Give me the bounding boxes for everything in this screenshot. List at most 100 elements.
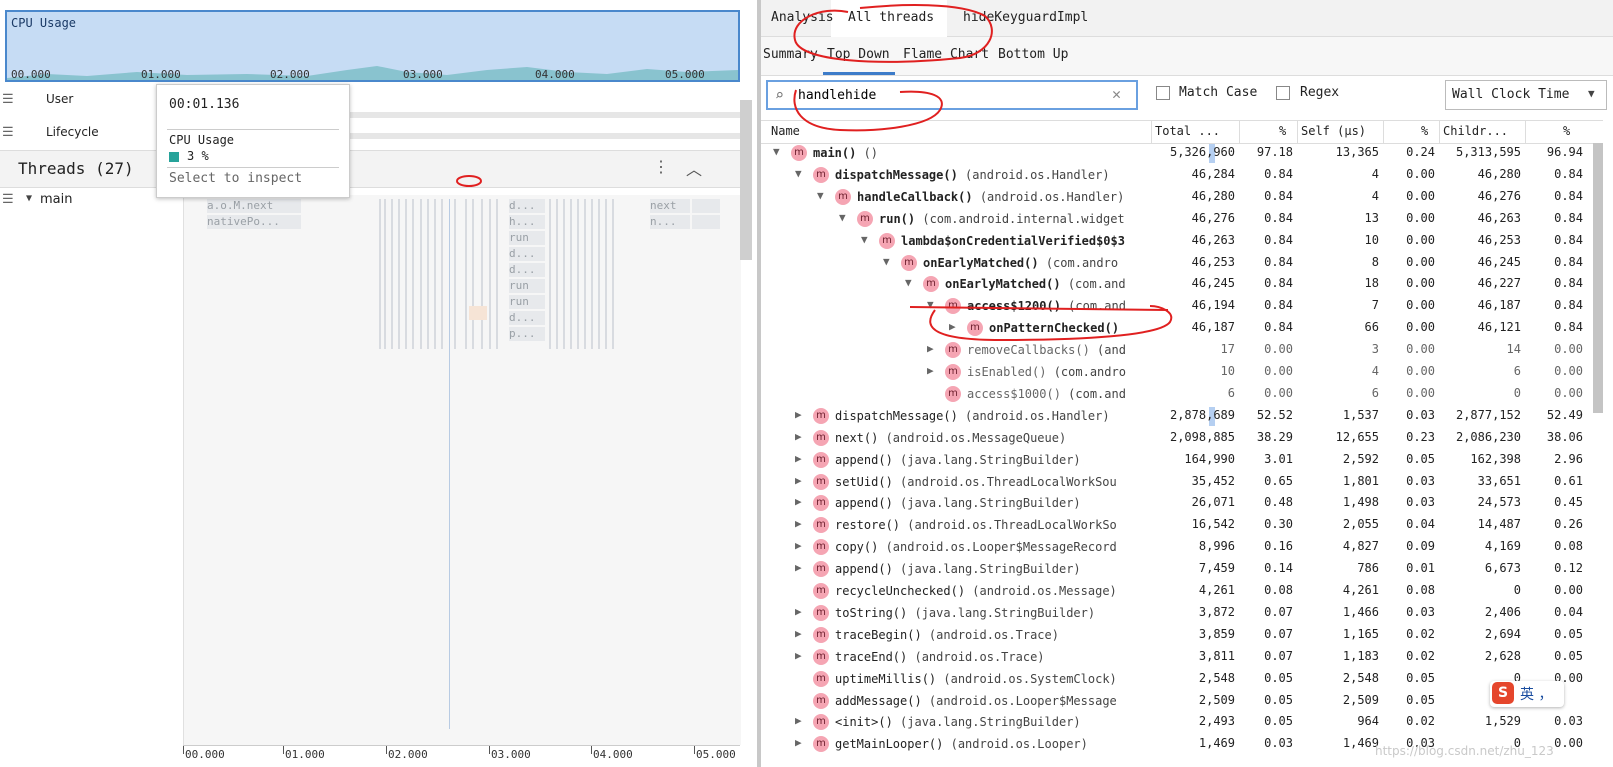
flame-cell[interactable]: run (509, 231, 545, 245)
search-input[interactable] (798, 85, 1098, 105)
expand-arrow-icon[interactable]: ▶ (795, 605, 802, 618)
subtab-bottom-up[interactable]: Bottom Up (998, 47, 1068, 62)
table-row[interactable]: ▼ m onEarlyMatched() (com.andro 46,253 0.84 8… (761, 253, 1603, 274)
column-header-children[interactable]: Childr... (1443, 124, 1508, 138)
ime-indicator[interactable]: S 英 ， (1490, 681, 1564, 707)
table-row[interactable]: ▶ m setUid() (android.os.ThreadLocalWorkSo… (761, 472, 1603, 493)
table-row[interactable]: ▶ m append() (java.lang.StringBuilder) 164,… (761, 450, 1603, 471)
table-row[interactable]: ▶ m traceBegin() (android.os.Trace) 3,859 0.… (761, 625, 1603, 646)
right-scrollbar[interactable] (1593, 143, 1603, 413)
subtab-top-down[interactable]: Top Down (827, 47, 890, 62)
flame-cell[interactable]: h... (509, 215, 545, 229)
collapse-icon[interactable]: ︿ (686, 156, 702, 180)
thread-row-main[interactable]: ☰ ▼ main (0, 190, 180, 210)
table-row[interactable]: ▼ m dispatchMessage() (android.os.Handler)… (761, 165, 1603, 186)
match-case-checkbox[interactable] (1156, 86, 1170, 100)
table-row[interactable]: m recycleUnchecked() (android.os.Message)… (761, 581, 1603, 602)
more-options-icon[interactable]: ⋮ (653, 157, 669, 176)
table-row[interactable]: m addMessage() (android.os.Looper$Message… (761, 691, 1603, 712)
expand-arrow-icon[interactable]: ▶ (795, 452, 802, 465)
flame-cell[interactable]: d... (509, 199, 545, 213)
table-row[interactable]: ▶ m onPatternChecked() 46,187 0.84 66 0.00 46,1… (761, 318, 1603, 339)
clock-type-select[interactable]: Wall Clock Time ▼ (1445, 80, 1607, 110)
collapse-arrow-icon[interactable]: ▼ (773, 145, 780, 158)
flame-cell[interactable]: nativePo... (207, 215, 301, 229)
collapse-arrow-icon[interactable]: ▼ (883, 255, 890, 268)
table-row[interactable]: ▶ m append() (java.lang.StringBuilder) 7,45… (761, 559, 1603, 580)
expand-arrow-icon[interactable]: ▶ (795, 517, 802, 530)
column-header-children-pct[interactable]: % (1563, 124, 1570, 138)
table-row[interactable]: ▶ m isEnabled() (com.andro 10 0.00 4 0.00 6 0.00 (761, 362, 1603, 383)
table-row[interactable]: ▼ m main() () 5,326,960 97.18 13,365 0.24 5,313… (761, 143, 1603, 164)
table-row[interactable]: ▼ m lambda$onCredentialVerified$0$3 46,263 0… (761, 231, 1603, 252)
drag-handle-icon[interactable]: ☰ (2, 192, 14, 207)
collapse-arrow-icon[interactable]: ▼ (795, 167, 802, 180)
flame-cell[interactable]: d... (509, 247, 545, 261)
table-row[interactable]: ▶ m traceEnd() (android.os.Trace) 3,811 0.07… (761, 647, 1603, 668)
flame-cell[interactable]: a.o.M.next (207, 199, 301, 213)
expand-arrow-icon[interactable]: ▶ (795, 736, 802, 749)
flame-cell[interactable]: run (509, 295, 545, 309)
expand-arrow-icon[interactable]: ▶ (949, 320, 956, 333)
subtab-flame-chart[interactable]: Flame Chart (903, 47, 989, 62)
table-row[interactable]: ▼ m onEarlyMatched() (com.and 46,245 0.84 18 0… (761, 274, 1603, 295)
table-row[interactable]: ▶ m toString() (java.lang.StringBuilder) 3,… (761, 603, 1603, 624)
flame-cell[interactable]: run (509, 279, 545, 293)
table-row[interactable]: ▼ m access$1200() (com.and 46,194 0.84 7 0.00 4… (761, 296, 1603, 317)
table-row[interactable]: ▶ m <init>() (java.lang.StringBuilder) 2,49… (761, 712, 1603, 733)
column-header-self[interactable]: Self (μs) (1301, 124, 1366, 138)
expand-arrow-icon[interactable]: ▶ (795, 714, 802, 727)
clear-icon[interactable]: ✕ (1112, 85, 1121, 103)
flame-cell[interactable] (692, 199, 720, 213)
table-row[interactable]: ▼ m handleCallback() (android.os.Handler) 4… (761, 187, 1603, 208)
flame-cell[interactable]: d... (509, 311, 545, 325)
collapse-arrow-icon[interactable]: ▼ (927, 298, 934, 311)
subtab-summary[interactable]: Summary (763, 47, 818, 62)
flame-cell[interactable]: d... (509, 263, 545, 277)
table-row[interactable]: ▶ m dispatchMessage() (android.os.Handler)… (761, 406, 1603, 427)
expand-arrow-icon[interactable]: ▼ (26, 193, 32, 204)
table-row[interactable]: ▶ m restore() (android.os.ThreadLocalWorkS… (761, 515, 1603, 536)
collapse-arrow-icon[interactable]: ▼ (861, 233, 868, 246)
drag-handle-icon[interactable]: ☰ (2, 92, 14, 107)
column-header-name[interactable]: Name (771, 124, 800, 138)
tab-all-threads[interactable]: All threads (848, 10, 934, 25)
expand-arrow-icon[interactable]: ▶ (795, 649, 802, 662)
expand-arrow-icon[interactable]: ▶ (795, 539, 802, 552)
regex-checkbox[interactable] (1276, 86, 1290, 100)
column-header-self-pct[interactable]: % (1421, 124, 1428, 138)
drag-handle-icon[interactable]: ☰ (2, 125, 14, 140)
tab-hidekeyguardimpl[interactable]: hideKeyguardImpl (963, 10, 1088, 25)
table-row[interactable]: ▶ m removeCallbacks() (and 17 0.00 3 0.00 14 0.0… (761, 340, 1603, 361)
expand-arrow-icon[interactable]: ▶ (927, 342, 934, 355)
expand-arrow-icon[interactable]: ▶ (795, 430, 802, 443)
cpu-usage-track[interactable]: CPU Usage 00.000 01.000 02.000 03.000 04… (5, 10, 740, 82)
table-row[interactable]: ▶ m next() (android.os.MessageQueue) 2,098,… (761, 428, 1603, 449)
expand-arrow-icon[interactable]: ▶ (795, 627, 802, 640)
search-box[interactable]: ⌕ ✕ (766, 80, 1138, 110)
table-row[interactable]: m uptimeMillis() (android.os.SystemClock)… (761, 669, 1603, 690)
expand-arrow-icon[interactable]: ▶ (795, 495, 802, 508)
table-row[interactable]: ▶ m append() (java.lang.StringBuilder) 26,0… (761, 493, 1603, 514)
expand-arrow-icon[interactable]: ▶ (795, 474, 802, 487)
cell-tp: 3.01 (1264, 451, 1293, 466)
method-name: uptimeMillis() (835, 671, 937, 686)
flame-cell[interactable] (692, 215, 720, 229)
table-row[interactable]: ▼ m run() (com.android.internal.widget 46,2… (761, 209, 1603, 230)
tab-analysis[interactable]: Analysis (771, 10, 834, 25)
collapse-arrow-icon[interactable]: ▼ (905, 276, 912, 289)
table-row[interactable]: m access$1000() (com.and 6 0.00 6 0.00 0 0.00 (761, 384, 1603, 405)
flame-cell[interactable]: n... (650, 215, 690, 229)
expand-arrow-icon[interactable]: ▶ (795, 408, 802, 421)
flame-cell[interactable]: p... (509, 327, 545, 341)
flame-cell[interactable]: next (650, 199, 690, 213)
column-header-total-pct[interactable]: % (1279, 124, 1286, 138)
table-row[interactable]: ▶ m copy() (android.os.Looper$MessageRecor… (761, 537, 1603, 558)
expand-arrow-icon[interactable]: ▶ (927, 364, 934, 377)
collapse-arrow-icon[interactable]: ▼ (839, 211, 846, 224)
thread-flame-area[interactable]: a.o.M.next nativePo... d... h... run d..… (183, 193, 741, 745)
collapse-arrow-icon[interactable]: ▼ (817, 189, 824, 202)
left-scrollbar[interactable] (740, 100, 752, 260)
column-header-total[interactable]: Total ... (1155, 124, 1220, 138)
expand-arrow-icon[interactable]: ▶ (795, 561, 802, 574)
